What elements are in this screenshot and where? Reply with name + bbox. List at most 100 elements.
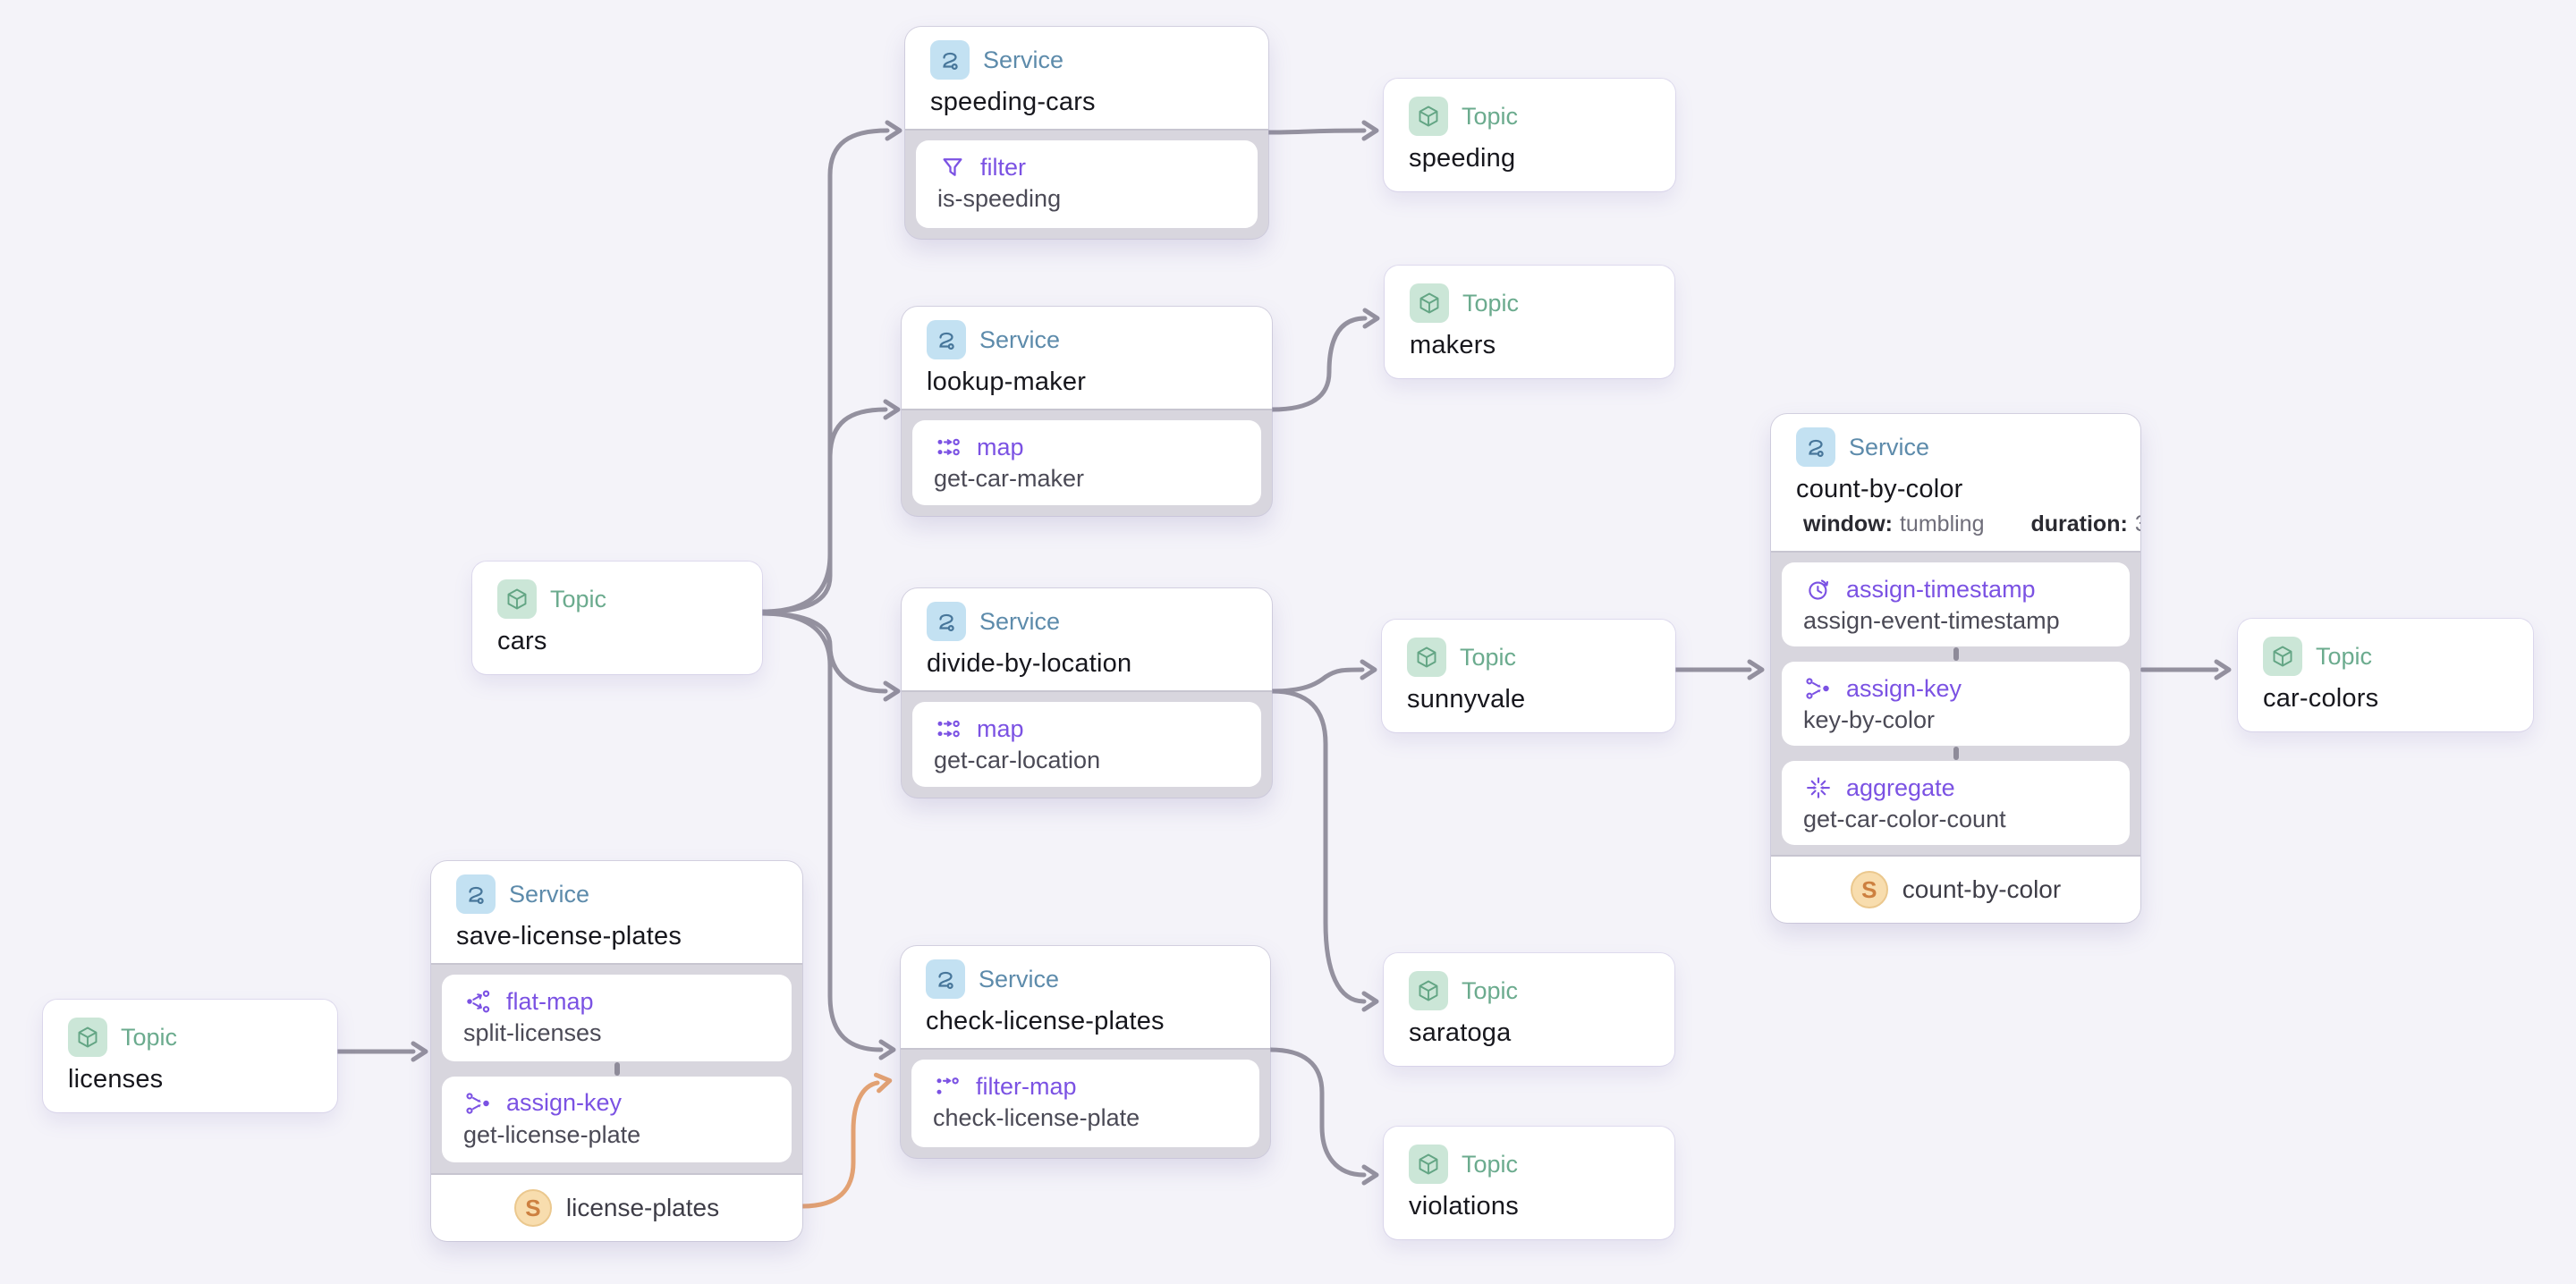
operator-name: check-license-plate (933, 1104, 1238, 1132)
service-node-check-license-plates[interactable]: Service check-license-plates filter-map … (901, 946, 1270, 1158)
assign-timestamp-icon (1803, 574, 1834, 604)
operator-type-label: assign-timestamp (1846, 576, 2036, 604)
operator-card[interactable]: assign-timestamp assign-event-timestamp (1782, 562, 2130, 646)
topic-node-makers[interactable]: Topic makers (1385, 266, 1674, 378)
topic-cube-icon (1409, 1145, 1448, 1184)
operator-type-label: flat-map (506, 988, 594, 1016)
service-header: Service speeding-cars (905, 27, 1268, 131)
topic-name: violations (1409, 1192, 1649, 1221)
topic-cube-icon (1407, 638, 1446, 677)
edge-license-plates-store-to-check-license-plates (802, 1083, 877, 1206)
service-node-count-by-color[interactable]: Service count-by-color window: tumbling d… (1771, 414, 2140, 923)
aggregate-icon (1803, 773, 1834, 803)
edge-lookup-maker-to-makers (1272, 318, 1365, 410)
edge-divide-by-location-to-sunnyvale (1272, 670, 1362, 691)
map-icon (934, 714, 964, 744)
window-settings: window:tumbling duration:30s (1803, 511, 2115, 537)
edge-cars-to-speeding-cars (762, 131, 887, 612)
window-label: window: (1803, 511, 1893, 536)
service-operator-list: filter-map check-license-plate (901, 1050, 1270, 1158)
state-store-badge: S (1851, 871, 1888, 908)
operator-type-label: filter-map (976, 1073, 1077, 1101)
assign-key-icon (1803, 673, 1834, 704)
state-store-row[interactable]: S license-plates (431, 1173, 802, 1241)
operator-card[interactable]: assign-key get-license-plate (442, 1077, 792, 1163)
service-node-divide-by-location[interactable]: Service divide-by-location map get-car-l… (902, 588, 1272, 798)
topic-node-saratoga[interactable]: Topic saratoga (1384, 953, 1674, 1066)
topic-node-speeding[interactable]: Topic speeding (1384, 79, 1675, 191)
service-header: Service save-license-plates (431, 861, 802, 965)
operator-type-label: filter (980, 154, 1026, 182)
topic-cube-icon (1409, 971, 1448, 1010)
operator-type-label: aggregate (1846, 774, 1955, 802)
topic-cube-icon (68, 1018, 107, 1057)
operator-name: split-licenses (463, 1019, 770, 1047)
operator-card[interactable]: map get-car-location (912, 702, 1261, 787)
operator-name: assign-event-timestamp (1803, 607, 2108, 635)
service-header: Service divide-by-location (902, 588, 1272, 692)
operator-connector (442, 1061, 792, 1077)
service-operator-list: flat-map split-licenses assign-key get-l… (431, 965, 802, 1173)
service-operator-list: map get-car-maker (902, 410, 1272, 516)
node-type-label: Service (979, 608, 1060, 636)
node-type-label: Service (983, 46, 1063, 74)
operator-card[interactable]: assign-key key-by-color (1782, 662, 2130, 746)
operator-type-label: map (977, 434, 1024, 461)
service-header: Service check-license-plates (901, 946, 1270, 1050)
topic-name: saratoga (1409, 1018, 1649, 1048)
assign-key-icon (463, 1088, 494, 1119)
operator-connector (1782, 746, 2130, 761)
topic-node-car-colors[interactable]: Topic car-colors (2238, 619, 2533, 731)
operator-card[interactable]: map get-car-maker (912, 420, 1261, 505)
topic-node-licenses[interactable]: Topic licenses (43, 1000, 337, 1112)
node-type-label: Service (979, 326, 1060, 354)
service-node-lookup-maker[interactable]: Service lookup-maker map get-car-maker (902, 307, 1272, 516)
node-type-label: Service (509, 881, 589, 908)
edge-speeding-cars-to-speeding (1268, 131, 1364, 132)
node-type-label: Topic (550, 586, 606, 613)
state-store-name: license-plates (566, 1194, 719, 1222)
duration-label: duration: (2030, 511, 2127, 536)
topic-name: speeding (1409, 144, 1650, 173)
topic-name: cars (497, 627, 737, 656)
flat-map-icon (463, 986, 494, 1017)
state-store-badge: S (514, 1189, 552, 1227)
operator-name: get-license-plate (463, 1121, 770, 1149)
topic-cube-icon (2263, 637, 2302, 676)
operator-name: key-by-color (1803, 706, 2108, 734)
operator-card[interactable]: filter is-speeding (916, 140, 1258, 228)
service-name: check-license-plates (926, 1007, 1245, 1036)
service-route-icon (927, 320, 966, 359)
operator-connector (1782, 646, 2130, 662)
service-name: save-license-plates (456, 922, 777, 951)
topic-node-violations[interactable]: Topic violations (1384, 1127, 1674, 1239)
topic-name: car-colors (2263, 684, 2508, 714)
edge-check-license-plates-to-violations (1270, 1050, 1364, 1175)
operator-card[interactable]: aggregate get-car-color-count (1782, 761, 2130, 845)
state-store-row[interactable]: S count-by-color (1771, 855, 2140, 923)
service-route-icon (1796, 427, 1835, 467)
operator-name: get-car-location (934, 747, 1240, 774)
topic-cube-icon (1409, 97, 1448, 136)
service-operator-list: map get-car-location (902, 692, 1272, 798)
topic-node-cars[interactable]: Topic cars (472, 562, 762, 674)
service-name: count-by-color (1796, 475, 2115, 504)
service-node-speeding-cars[interactable]: Service speeding-cars filter is-speeding (905, 27, 1268, 239)
topic-node-sunnyvale[interactable]: Topic sunnyvale (1382, 620, 1675, 732)
service-node-save-license-plates[interactable]: Service save-license-plates flat-map spl… (431, 861, 802, 1241)
service-name: divide-by-location (927, 649, 1247, 679)
service-operator-list: assign-timestamp assign-event-timestamp … (1771, 553, 2140, 855)
topic-name: sunnyvale (1407, 685, 1650, 714)
topic-cube-icon (497, 579, 537, 619)
operator-card[interactable]: flat-map split-licenses (442, 975, 792, 1061)
edge-layer (0, 0, 2576, 1284)
topic-name: makers (1410, 331, 1649, 360)
operator-card[interactable]: filter-map check-license-plate (911, 1060, 1259, 1147)
node-type-label: Service (1849, 434, 1929, 461)
window-value: tumbling (1900, 511, 1985, 536)
topic-name: licenses (68, 1065, 312, 1094)
node-type-label: Topic (2316, 643, 2372, 671)
operator-type-label: map (977, 715, 1024, 743)
service-route-icon (927, 602, 966, 641)
filter-icon (937, 152, 968, 182)
